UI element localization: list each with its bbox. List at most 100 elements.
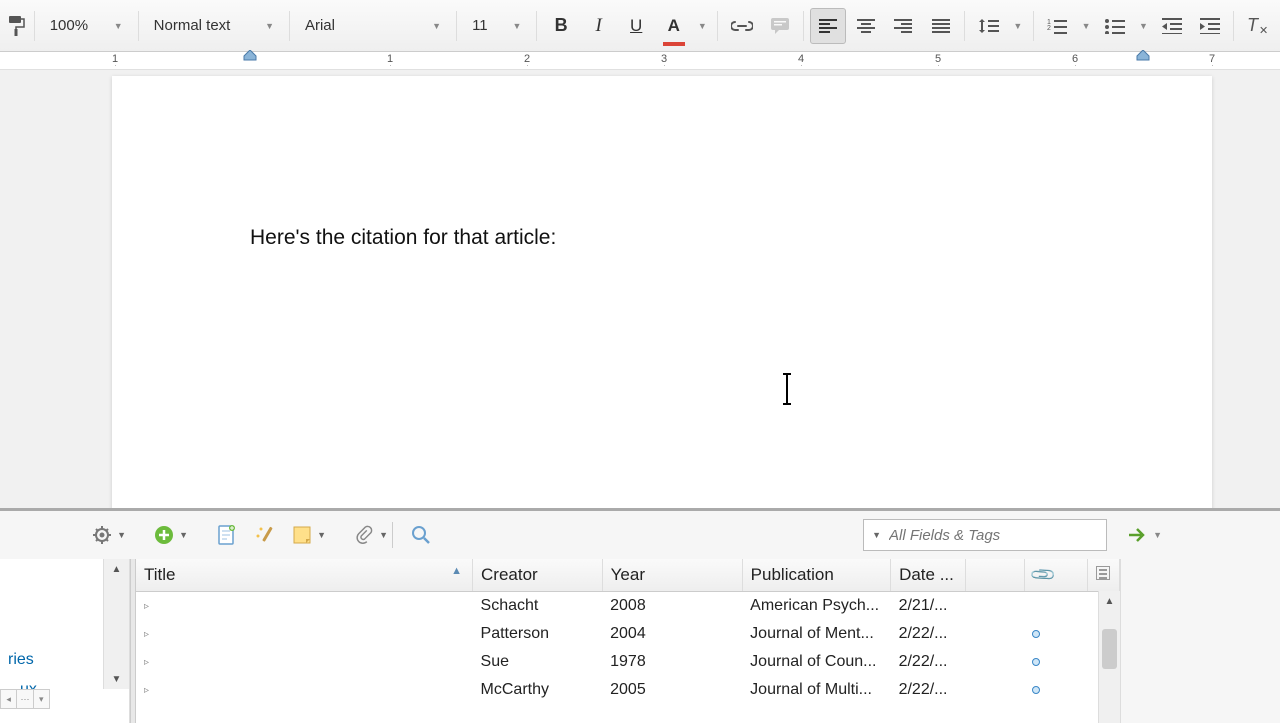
ruler-mark: 1 bbox=[385, 53, 395, 65]
new-note-button[interactable]: ▼ bbox=[288, 521, 316, 549]
add-attachment-button[interactable]: ▼ bbox=[350, 521, 378, 549]
cell-publication: Journal of Multi... bbox=[742, 676, 890, 704]
align-justify-button[interactable] bbox=[923, 8, 959, 44]
scroll-up-icon[interactable]: ▲ bbox=[104, 559, 129, 579]
scroll-thumb[interactable] bbox=[1102, 629, 1117, 669]
style-value: Normal text bbox=[154, 17, 231, 34]
svg-text:✕: ✕ bbox=[1259, 25, 1268, 36]
numbered-list-icon: 12 bbox=[1047, 18, 1067, 34]
wand-page-icon bbox=[216, 524, 236, 546]
indent-marker-left[interactable] bbox=[243, 50, 257, 66]
twisty-icon[interactable]: ▹ bbox=[144, 657, 149, 668]
underline-button[interactable]: U bbox=[618, 8, 654, 44]
numbered-list-more[interactable]: ▼ bbox=[1077, 8, 1095, 44]
search-input[interactable] bbox=[889, 527, 1098, 544]
insert-comment-button[interactable] bbox=[762, 8, 798, 44]
col-header-publication[interactable]: Publication bbox=[742, 559, 890, 592]
line-spacing-icon bbox=[979, 17, 999, 35]
cell-date: 2/22/... bbox=[891, 620, 966, 648]
collections-pane[interactable]: ▲ ▼ ◂⋯▾ ries ux bbox=[0, 559, 130, 723]
col-header-attachment[interactable]: 📎 bbox=[1024, 559, 1087, 592]
ruler-mark: 7 bbox=[1207, 53, 1217, 65]
document-canvas[interactable]: Here's the citation for that article: bbox=[0, 70, 1280, 508]
magnifier-icon bbox=[411, 525, 431, 545]
advanced-search-button[interactable] bbox=[407, 521, 435, 549]
add-by-identifier-button[interactable] bbox=[212, 521, 240, 549]
align-left-button[interactable] bbox=[810, 8, 846, 44]
format-paint-button[interactable] bbox=[4, 8, 28, 44]
cell-year: 2004 bbox=[602, 620, 742, 648]
font-family-dropdown[interactable]: Arial ▼ bbox=[296, 8, 450, 44]
cell-blank bbox=[966, 676, 1025, 704]
chevron-down-icon: ▼ bbox=[379, 530, 388, 540]
col-header-date[interactable]: Date ... bbox=[891, 559, 966, 592]
twisty-icon[interactable]: ▹ bbox=[144, 601, 149, 612]
indent-marker-right[interactable] bbox=[1136, 50, 1150, 66]
quick-search[interactable]: ▼ bbox=[863, 519, 1107, 551]
twisty-icon[interactable]: ▹ bbox=[144, 629, 149, 640]
insert-link-button[interactable] bbox=[724, 8, 760, 44]
decrease-indent-button[interactable] bbox=[1154, 8, 1190, 44]
line-spacing-more[interactable]: ▼ bbox=[1009, 8, 1027, 44]
horizontal-ruler[interactable]: 1 1 2 3 4 5 6 7 bbox=[0, 52, 1280, 70]
zotero-toolbar: ▼ ▼ bbox=[0, 511, 1280, 559]
cell-year: 1978 bbox=[602, 648, 742, 676]
items-scrollbar[interactable]: ▲ bbox=[1098, 591, 1120, 723]
align-center-button[interactable] bbox=[848, 8, 884, 44]
bullet-list-more[interactable]: ▼ bbox=[1135, 8, 1153, 44]
numbered-list-button[interactable]: 12 bbox=[1040, 8, 1076, 44]
sort-asc-icon: ▲ bbox=[451, 565, 462, 577]
text-color-button[interactable]: A bbox=[656, 8, 692, 44]
clear-formatting-button[interactable]: T ✕ bbox=[1240, 8, 1276, 44]
font-size-dropdown[interactable]: 11 ▼ bbox=[463, 8, 530, 44]
table-row[interactable]: ▹A broader view of racial microaggr...Sc… bbox=[136, 592, 1120, 621]
zoom-dropdown[interactable]: 100% ▼ bbox=[41, 8, 132, 44]
italic-button[interactable]: I bbox=[581, 8, 617, 44]
table-row[interactable]: ▹Eliminating cultural oppression in ...S… bbox=[136, 648, 1120, 676]
clear-format-icon: T ✕ bbox=[1247, 16, 1269, 36]
twisty-icon[interactable]: ▹ bbox=[144, 685, 149, 696]
arrow-right-icon bbox=[1129, 528, 1147, 542]
align-right-button[interactable] bbox=[885, 8, 921, 44]
add-circle-icon bbox=[154, 525, 174, 545]
font-value: Arial bbox=[305, 17, 335, 34]
paperclip-icon: 📎 bbox=[1029, 560, 1058, 589]
chevron-down-icon: ▼ bbox=[1082, 21, 1091, 31]
scroll-up-icon[interactable]: ▲ bbox=[1099, 591, 1120, 611]
lookup-button[interactable] bbox=[250, 521, 278, 549]
chevron-down-icon: ▼ bbox=[1139, 21, 1148, 31]
col-picker[interactable] bbox=[1087, 559, 1119, 592]
line-spacing-button[interactable] bbox=[971, 8, 1007, 44]
page[interactable]: Here's the citation for that article: bbox=[112, 76, 1212, 508]
collections-scrollbar[interactable]: ▲ ▼ bbox=[103, 559, 129, 689]
col-header-creator[interactable]: Creator bbox=[473, 559, 603, 592]
paragraph-style-dropdown[interactable]: Normal text ▼ bbox=[145, 8, 283, 44]
cell-date: 2/22/... bbox=[891, 676, 966, 704]
chevron-down-icon: ▼ bbox=[872, 530, 881, 540]
col-header-title[interactable]: Title▲ bbox=[136, 559, 473, 592]
document-body-text[interactable]: Here's the citation for that article: bbox=[250, 226, 1074, 250]
left-pane-tabs[interactable]: ◂⋯▾ bbox=[0, 689, 50, 709]
table-row[interactable]: ▹Individualism and collectivism: W...McC… bbox=[136, 676, 1120, 704]
bullet-list-button[interactable] bbox=[1097, 8, 1133, 44]
increase-indent-button[interactable] bbox=[1192, 8, 1228, 44]
bold-button[interactable]: B bbox=[543, 8, 579, 44]
collection-label: ries bbox=[8, 651, 34, 668]
separator bbox=[536, 11, 537, 41]
zotero-panel: ▼ ▼ bbox=[0, 508, 1280, 723]
attachment-dot-icon bbox=[1032, 630, 1040, 638]
text-color-more[interactable]: ▼ bbox=[693, 8, 711, 44]
actions-menu-button[interactable]: ▼ bbox=[88, 521, 116, 549]
table-row[interactable]: ▹Do we need multicultural counseli...Pat… bbox=[136, 620, 1120, 648]
col-header-year[interactable]: Year bbox=[602, 559, 742, 592]
col-header-blank[interactable] bbox=[966, 559, 1025, 592]
paperclip-icon bbox=[354, 524, 374, 546]
ruler-mark: 4 bbox=[796, 53, 806, 65]
attachment-dot-icon bbox=[1032, 658, 1040, 666]
locate-button[interactable]: ▼ bbox=[1129, 528, 1162, 542]
new-item-button[interactable]: ▼ bbox=[150, 521, 178, 549]
scroll-down-icon[interactable]: ▼ bbox=[104, 669, 129, 689]
gear-icon bbox=[92, 525, 112, 545]
comment-icon bbox=[770, 17, 790, 35]
indent-icon bbox=[1200, 18, 1220, 34]
